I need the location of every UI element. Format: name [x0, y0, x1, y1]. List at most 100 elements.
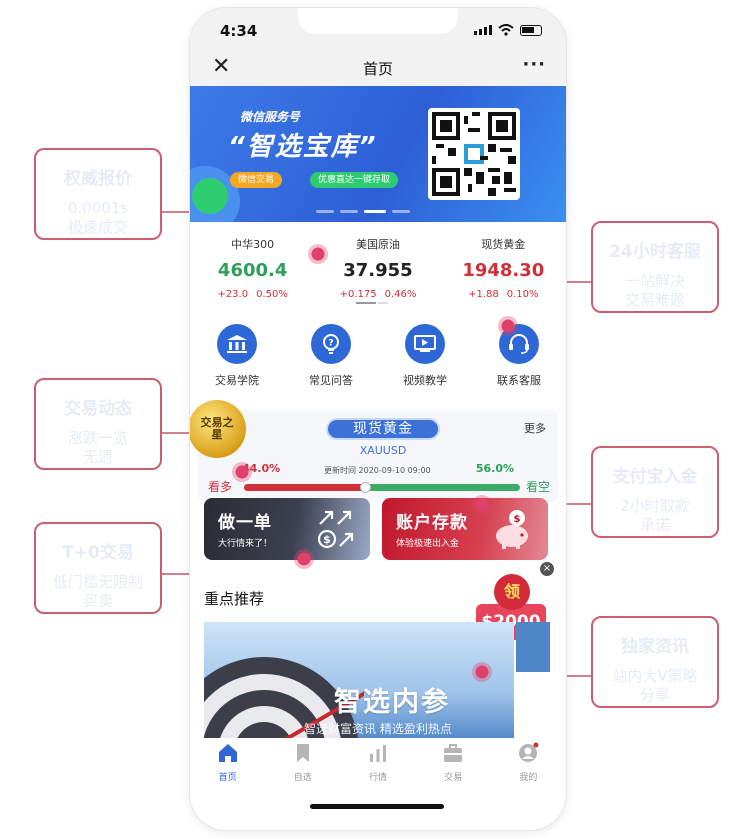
callout-line: 承诺 — [639, 516, 670, 534]
more-menu-button[interactable]: ··· — [522, 54, 546, 75]
more-link[interactable]: 更多 — [524, 420, 546, 436]
status-bar: 4:34 — [190, 8, 566, 50]
menu-item-faq[interactable]: ? 常见问答 — [284, 320, 378, 400]
banner-pagination[interactable] — [316, 210, 410, 213]
section-title: 重点推荐 — [204, 590, 265, 608]
callout-marker — [294, 549, 314, 569]
quote-change-value: +23.0 — [217, 289, 249, 300]
update-time: 更新时间 2020-09-10 09:00 — [324, 466, 431, 475]
bull-label: 看多 — [208, 480, 233, 494]
trade-sentiment-card[interactable]: 交易之星 现货黄金 XAUUSD 更多 44.0% 更新时间 2020-09-1… — [190, 400, 558, 502]
callout-title: 交易动态 — [64, 399, 132, 419]
battery-icon — [520, 24, 542, 36]
banner-tag: 优惠直达一键存取 — [310, 172, 399, 188]
briefcase-icon — [444, 744, 463, 762]
callout-title: 权威报价 — [64, 169, 132, 189]
menu-label: 交易学院 — [215, 374, 259, 387]
callout-line: 站内大V策略 — [612, 667, 698, 685]
svg-text:$: $ — [323, 533, 331, 546]
menu-item-support[interactable]: 联系客服 — [472, 320, 566, 400]
trade-now-subtitle: 大行情来了！ — [218, 539, 273, 549]
callout-description: 站内大V策略 分享 — [593, 667, 717, 705]
quote-price: 1948.30 — [462, 260, 545, 281]
product-symbol: XAUUSD — [359, 444, 407, 457]
callout-marker — [472, 495, 492, 515]
recommend-next-banner[interactable] — [516, 622, 550, 672]
svg-text:$: $ — [514, 514, 521, 525]
callout-line: 2小时取款 — [620, 497, 690, 515]
quote-change-percent: 0.50% — [256, 289, 288, 300]
bookmark-icon — [296, 744, 309, 762]
tab-label: 我的 — [519, 773, 538, 783]
quote-item[interactable]: 美国原油 37.955 +0.175 0.46% — [315, 228, 440, 312]
tab-label: 自选 — [293, 773, 312, 783]
qr-code-icon — [428, 108, 520, 200]
svg-text:?: ? — [328, 339, 333, 349]
lightbulb-icon: ? — [311, 324, 351, 364]
callout-marker — [232, 462, 252, 482]
callout-description: 一站解决 交易难题 — [593, 272, 717, 310]
callout-alipay-deposit: 支付宝入金 2小时取款 承诺 — [591, 446, 719, 538]
callout-trade-dynamics: 交易动态 涨跌一览 无遗 — [34, 378, 162, 470]
product-pill[interactable]: 现货黄金 — [326, 418, 440, 440]
recommend-banner-subtitle: 智选财富资讯 精选盈利热点 — [304, 722, 452, 736]
callout-line: 低门槛无限制 — [52, 573, 143, 591]
bear-label: 看空 — [525, 480, 550, 494]
quote-price: 37.955 — [343, 260, 413, 281]
piggy-bank-icon: $ — [496, 510, 528, 549]
quote-page-indicator — [378, 302, 388, 304]
tab-market[interactable]: 行情 — [340, 738, 415, 788]
quote-name: 中华300 — [231, 238, 275, 251]
tab-trade[interactable]: 交易 — [416, 738, 491, 788]
status-time: 4:34 — [220, 22, 258, 40]
callout-title: 24小时客服 — [609, 242, 701, 262]
menu-item-video[interactable]: 视频教学 — [378, 320, 472, 400]
recommend-banner[interactable]: 智选内参 智选财富资讯 精选盈利热点 — [204, 622, 514, 742]
banner-subtitle: 微信服务号 — [240, 110, 301, 124]
trade-now-title: 做一单 — [218, 513, 272, 533]
quote-change-value: +1.88 — [468, 289, 499, 300]
quote-change-percent: 0.46% — [384, 289, 417, 300]
callout-line: 无遗 — [82, 448, 113, 466]
wifi-icon — [498, 24, 514, 36]
sentiment-bar — [244, 484, 520, 491]
quote-change-percent: 0.10% — [506, 289, 539, 300]
callout-line: 极速成交 — [67, 218, 128, 236]
promo-banner[interactable]: 微信服务号 “智选宝库” 微信交易 优惠直达一键存取 — [190, 86, 566, 222]
account-deposit-card[interactable]: 账户存款 体验极速出入金 $ — [382, 498, 548, 560]
user-profile-icon — [519, 742, 539, 762]
status-icons — [474, 24, 542, 36]
menu-label: 视频教学 — [403, 374, 447, 387]
trade-star-medal-icon: 交易之星 — [190, 400, 246, 458]
quote-item[interactable]: 中华300 4600.4 +23.0 0.50% — [190, 228, 315, 312]
callout-description: 涨跌一览 无遗 — [36, 429, 160, 467]
home-indicator — [310, 804, 444, 809]
deposit-title: 账户存款 — [396, 513, 468, 533]
page-title: 首页 — [362, 60, 393, 78]
quote-change: +23.0 0.50% — [190, 289, 315, 300]
callout-marker — [308, 244, 328, 264]
quote-change-value: +0.175 — [339, 289, 377, 300]
quote-item[interactable]: 现货黄金 1948.30 +1.88 0.10% — [441, 228, 566, 312]
tab-profile[interactable]: 我的 — [491, 738, 566, 788]
menu-item-academy[interactable]: 交易学院 — [190, 320, 284, 400]
callout-description: 2小时取款 承诺 — [593, 497, 717, 535]
medal-text: 交易之星 — [200, 416, 234, 441]
phone-screen: 4:34 ✕ 首页 ··· 微信服务号 “智选宝库” 微信交易 优惠直达一键存取 — [190, 8, 566, 830]
trade-now-card[interactable]: 做一单 大行情来了！ $ — [204, 498, 370, 560]
callout-line: 买卖 — [82, 592, 113, 610]
bank-icon — [217, 324, 257, 364]
tab-home[interactable]: 首页 — [190, 738, 265, 788]
menu-label: 常见问答 — [309, 374, 353, 387]
callout-line: 涨跌一览 — [67, 429, 128, 447]
quote-name: 美国原油 — [355, 238, 400, 251]
quote-change: +1.88 0.10% — [441, 289, 566, 300]
callout-description: 低门槛无限制 买卖 — [36, 573, 160, 611]
callout-line: 交易难题 — [624, 291, 685, 309]
tab-watchlist[interactable]: 自选 — [265, 738, 340, 788]
quote-name: 现货黄金 — [481, 238, 526, 251]
callout-t0-trading: T+0交易 低门槛无限制 买卖 — [34, 522, 162, 614]
callout-authority-quote: 权威报价 0.0001s 极速成交 — [34, 148, 162, 240]
tab-label: 首页 — [218, 773, 237, 783]
trade-arrows-icon: $ — [317, 510, 354, 549]
